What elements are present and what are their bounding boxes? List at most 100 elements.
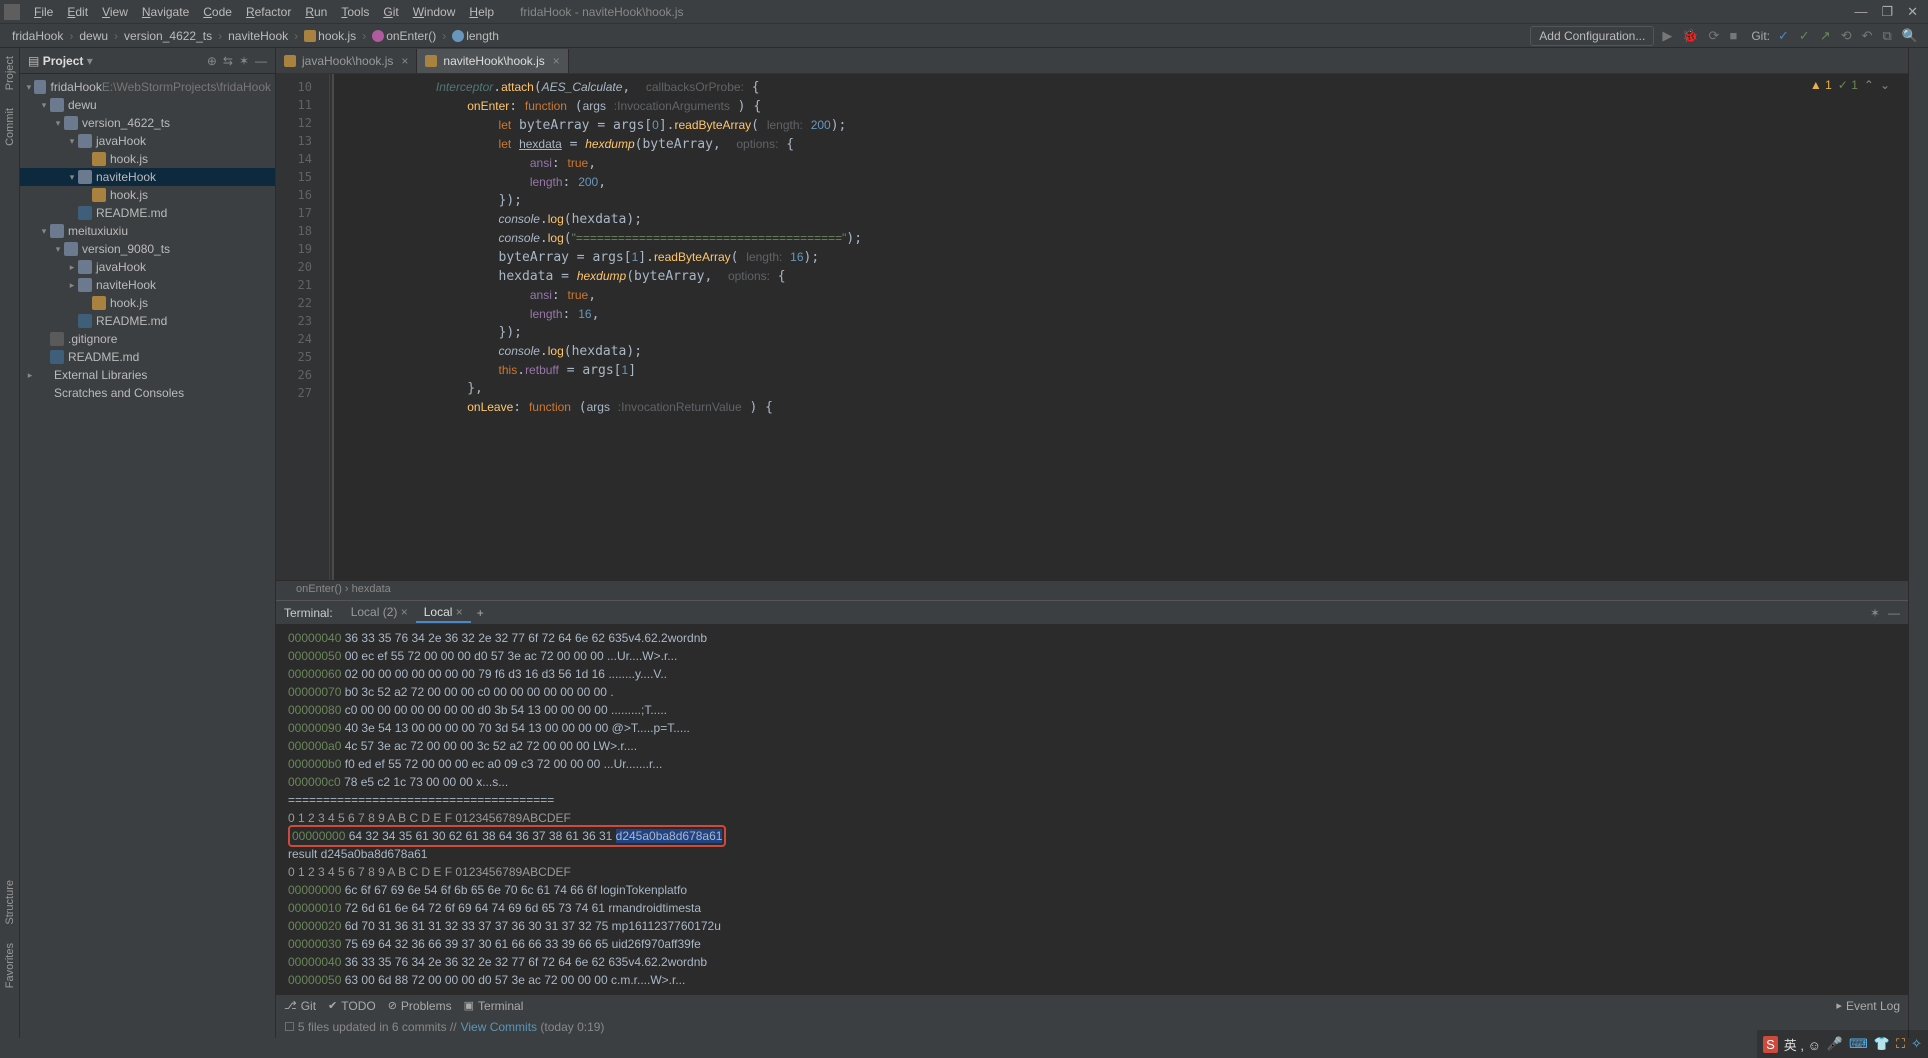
tree-item[interactable]: ▾fridaHook E:\WebStormProjects\fridaHook bbox=[20, 78, 275, 96]
structure-tool-button[interactable]: Structure bbox=[4, 880, 16, 925]
view-commits-link[interactable]: View Commits bbox=[461, 1020, 537, 1034]
undo-icon[interactable]: ↶ bbox=[1860, 28, 1875, 44]
terminal-tool-button[interactable]: ▣ Terminal bbox=[464, 999, 524, 1013]
menu-run[interactable]: Run bbox=[299, 3, 333, 21]
breadcrumb-item[interactable]: hook.js bbox=[300, 27, 360, 45]
tree-item[interactable]: hook.js bbox=[20, 294, 275, 312]
tree-item[interactable]: README.md bbox=[20, 312, 275, 330]
tree-item[interactable]: .gitignore bbox=[20, 330, 275, 348]
breadcrumb-item[interactable]: naviteHook bbox=[224, 27, 292, 45]
os-tray: S 英 , ☺ 🎤 ⌨ 👕 ⛶ ✧ bbox=[1757, 1030, 1928, 1058]
terminal-tab[interactable]: Local × bbox=[416, 603, 471, 623]
breadcrumb-item[interactable]: version_4622_ts bbox=[120, 27, 216, 45]
tree-item[interactable]: ▸javaHook bbox=[20, 258, 275, 276]
problems-tool-button[interactable]: ⊘ Problems bbox=[388, 999, 452, 1013]
menu-tools[interactable]: Tools bbox=[335, 3, 375, 21]
menu-refactor[interactable]: Refactor bbox=[240, 3, 297, 21]
minimize-icon[interactable]: — bbox=[1854, 4, 1867, 20]
tray-icon[interactable]: ⌨ bbox=[1849, 1036, 1868, 1052]
chevron-up-icon[interactable]: ⌃ bbox=[1864, 78, 1874, 92]
window-title: fridaHook - naviteHook\hook.js bbox=[520, 5, 683, 19]
git-tool-button[interactable]: ⎇ Git bbox=[284, 999, 316, 1013]
warning-badge[interactable]: ▲ 1 bbox=[1810, 78, 1832, 92]
code-editor[interactable]: ▲ 1 ✓ 1 ⌃ ⌄ 1011121314151617181920212223… bbox=[276, 74, 1908, 580]
menu-code[interactable]: Code bbox=[197, 3, 238, 21]
debug-icon[interactable]: 🐞 bbox=[1680, 28, 1700, 44]
tree-item[interactable]: hook.js bbox=[20, 186, 275, 204]
menu-view[interactable]: View bbox=[96, 3, 134, 21]
menu-edit[interactable]: Edit bbox=[61, 3, 94, 21]
add-configuration-button[interactable]: Add Configuration... bbox=[1530, 26, 1654, 46]
close-icon[interactable]: ✕ bbox=[1907, 4, 1918, 20]
editor-tab[interactable]: naviteHook\hook.js× bbox=[417, 49, 568, 73]
tree-item[interactable]: ▾javaHook bbox=[20, 132, 275, 150]
menu-help[interactable]: Help bbox=[463, 3, 500, 21]
git-push-icon[interactable]: ↗ bbox=[1818, 28, 1833, 44]
git-label: Git: bbox=[1751, 29, 1770, 43]
tree-item[interactable]: hook.js bbox=[20, 150, 275, 168]
tree-item[interactable]: ▾meituxiuxiu bbox=[20, 222, 275, 240]
tree-item[interactable]: README.md bbox=[20, 204, 275, 222]
code-content[interactable]: Interceptor.attach(AES_Calculate, callba… bbox=[334, 74, 1908, 580]
close-tab-icon[interactable]: × bbox=[553, 54, 560, 68]
tree-item[interactable]: README.md bbox=[20, 348, 275, 366]
tree-item[interactable]: ▸naviteHook bbox=[20, 276, 275, 294]
todo-tool-button[interactable]: ✔ TODO bbox=[328, 999, 376, 1013]
commit-tool-button[interactable]: Commit bbox=[4, 108, 16, 146]
terminal-output[interactable]: 00000040 36 33 35 76 34 2e 36 32 2e 32 7… bbox=[276, 625, 1908, 994]
line-number-gutter: 101112131415161718192021222324252627 bbox=[276, 74, 318, 580]
menu-navigate[interactable]: Navigate bbox=[136, 3, 195, 21]
close-tab-icon[interactable]: × bbox=[401, 54, 408, 68]
project-tool-button[interactable]: Project bbox=[4, 56, 16, 90]
menu-window[interactable]: Window bbox=[407, 3, 462, 21]
collapse-all-icon[interactable]: ✶ bbox=[239, 54, 249, 68]
search-everywhere-icon[interactable]: ⧉ bbox=[1881, 28, 1894, 44]
favorites-tool-button[interactable]: Favorites bbox=[4, 943, 16, 988]
run-icon[interactable]: ▶ bbox=[1660, 28, 1674, 44]
terminal-tab[interactable]: Local (2) × bbox=[343, 603, 416, 623]
tree-item[interactable]: ▸External Libraries bbox=[20, 366, 275, 384]
settings-icon[interactable]: 🔍 bbox=[1900, 28, 1920, 44]
hide-icon[interactable]: — bbox=[255, 54, 267, 68]
event-log-button[interactable]: ▸ Event Log bbox=[1836, 999, 1900, 1013]
tray-icon[interactable]: 👕 bbox=[1874, 1036, 1890, 1052]
coverage-icon[interactable]: ⟳ bbox=[1707, 28, 1722, 44]
stop-icon[interactable]: ■ bbox=[1727, 28, 1739, 43]
status-text: 5 files updated in 6 commits // bbox=[298, 1020, 457, 1034]
terminal-hide-icon[interactable]: — bbox=[1888, 606, 1900, 620]
tree-item[interactable]: ▾version_9080_ts bbox=[20, 240, 275, 258]
git-commit-icon[interactable]: ✓ bbox=[1797, 28, 1812, 44]
editor-breadcrumb[interactable]: onEnter() › hexdata bbox=[276, 580, 1908, 600]
tray-icon[interactable]: 🎤 bbox=[1827, 1036, 1843, 1052]
ok-badge[interactable]: ✓ 1 bbox=[1838, 78, 1858, 92]
tree-item[interactable]: ▾dewu bbox=[20, 96, 275, 114]
bottom-tool-strip: ⎇ Git ✔ TODO ⊘ Problems ▣ Terminal ▸ Eve… bbox=[276, 994, 1908, 1016]
fold-gutter bbox=[318, 74, 330, 580]
project-panel-title: Project bbox=[43, 54, 84, 68]
expand-all-icon[interactable]: ⇆ bbox=[223, 54, 233, 68]
tray-icon[interactable]: ✧ bbox=[1911, 1036, 1922, 1052]
status-icon: ☐ bbox=[284, 1020, 295, 1034]
tree-item[interactable]: ▾naviteHook bbox=[20, 168, 275, 186]
breadcrumb-item[interactable]: length bbox=[448, 27, 503, 45]
git-history-icon[interactable]: ⟲ bbox=[1839, 28, 1854, 44]
editor-tab[interactable]: javaHook\hook.js× bbox=[276, 49, 417, 73]
select-opened-file-icon[interactable]: ⊕ bbox=[207, 54, 217, 68]
navigation-bar: fridaHook›dewu›version_4622_ts›naviteHoo… bbox=[0, 24, 1928, 48]
chevron-down-icon[interactable]: ⌄ bbox=[1880, 78, 1890, 92]
tray-icon[interactable]: ⛶ bbox=[1896, 1036, 1905, 1052]
menu-file[interactable]: File bbox=[28, 3, 59, 21]
terminal-add-icon[interactable]: + bbox=[477, 606, 484, 620]
tree-item[interactable]: ▾version_4622_ts bbox=[20, 114, 275, 132]
ime-icon[interactable]: S bbox=[1763, 1036, 1778, 1053]
menu-git[interactable]: Git bbox=[377, 3, 404, 21]
tree-item[interactable]: Scratches and Consoles bbox=[20, 384, 275, 402]
maximize-icon[interactable]: ❐ bbox=[1881, 4, 1893, 20]
project-tree[interactable]: ▾fridaHook E:\WebStormProjects\fridaHook… bbox=[20, 74, 275, 1038]
breadcrumb-item[interactable]: onEnter() bbox=[368, 27, 440, 45]
terminal-settings-icon[interactable]: ✶ bbox=[1870, 606, 1880, 620]
git-update-icon[interactable]: ✓ bbox=[1776, 28, 1791, 44]
breadcrumb-item[interactable]: fridaHook bbox=[8, 27, 67, 45]
breadcrumb-item[interactable]: dewu bbox=[75, 27, 112, 45]
status-time: (today 0:19) bbox=[537, 1020, 604, 1034]
